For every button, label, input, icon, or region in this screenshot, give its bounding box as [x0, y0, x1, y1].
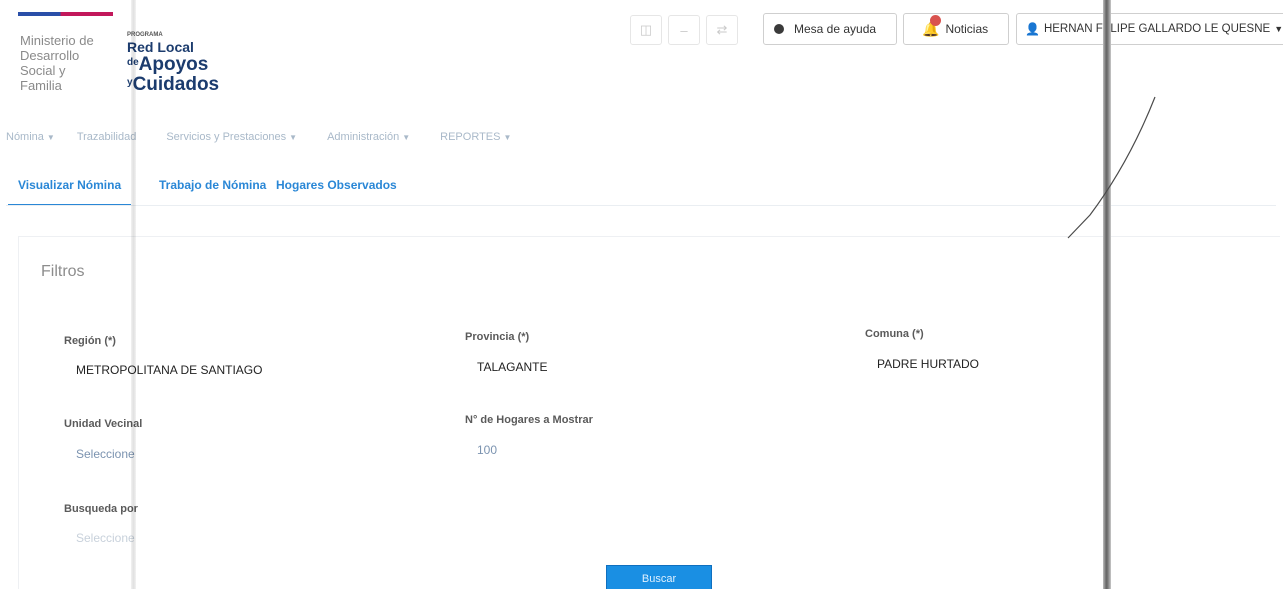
- unidad-vecinal-select[interactable]: Seleccione: [76, 447, 135, 461]
- expand-icon: ⇄: [716, 22, 728, 37]
- busqueda-select[interactable]: Seleccione: [76, 531, 135, 545]
- scan-artifact-bar: [1103, 0, 1111, 589]
- comuna-label: Comuna (*): [865, 328, 924, 340]
- nav-item-label: Nómina: [6, 131, 44, 143]
- filters-panel: Filtros Región (*) METROPOLITANA DE SANT…: [18, 236, 1280, 589]
- ministry-logo-text: Ministerio de Desarrollo Social y Famili…: [20, 33, 120, 93]
- program-logo-line-3: yCuidados: [127, 74, 219, 94]
- tab-hogares-observados[interactable]: Hogares Observados: [276, 178, 397, 206]
- minimize-button[interactable]: –: [668, 15, 700, 45]
- nav-item-administracion[interactable]: Administración ▼: [327, 131, 410, 143]
- expand-button[interactable]: ⇄: [706, 15, 738, 45]
- provincia-label: Provincia (*): [465, 331, 530, 343]
- region-label: Región (*): [64, 335, 116, 347]
- scan-artifact-line: [131, 0, 136, 589]
- caret-down-icon: ▼: [289, 133, 298, 142]
- nav-item-reportes[interactable]: REPORTES ▼: [440, 131, 511, 143]
- caret-down-icon: ▼: [46, 133, 55, 142]
- ministry-line-4: Familia: [20, 78, 62, 93]
- top-color-strip: [18, 12, 113, 16]
- bell-icon: 🔔: [922, 14, 941, 38]
- program-logo-line-2-text: Apoyos: [138, 54, 209, 75]
- help-desk-button[interactable]: Mesa de ayuda: [763, 13, 897, 45]
- num-hogares-input[interactable]: 100: [477, 443, 497, 457]
- user-name: HERNAN FELIPE GALLARDO LE QUESNE: [1043, 23, 1271, 35]
- user-icon: 👤: [1025, 22, 1040, 36]
- nav-item-label: REPORTES: [440, 131, 501, 143]
- filters-title: Filtros: [41, 263, 85, 280]
- comuna-select[interactable]: PADRE HURTADO: [877, 357, 979, 371]
- user-menu-button[interactable]: 👤 HERNAN FELIPE GALLARDO LE QUESNE ▼: [1016, 13, 1283, 45]
- layout-icon: ◫: [639, 22, 653, 37]
- help-circle-icon: [774, 24, 784, 34]
- nav-item-servicios[interactable]: Servicios y Prestaciones ▼: [166, 131, 297, 143]
- caret-down-icon: ▼: [1274, 24, 1283, 34]
- ministry-line-2: Desarrollo: [20, 48, 80, 63]
- caret-down-icon: ▼: [503, 133, 512, 142]
- program-logo-line-2: deApoyos: [127, 54, 219, 74]
- tab-trabajo-nomina[interactable]: Trabajo de Nómina: [159, 178, 266, 206]
- news-label: Noticias: [945, 22, 989, 36]
- nav-item-label: Trazabilidad: [76, 131, 137, 143]
- minus-icon: –: [680, 22, 688, 38]
- news-button[interactable]: 🔔 Noticias: [903, 13, 1009, 45]
- toolbar-icon-buttons: ◫ – ⇄: [630, 15, 738, 45]
- nav-item-nomina[interactable]: Nómina ▼: [6, 131, 55, 143]
- main-nav: Nómina ▼ Trazabilidad Servicios y Prestac…: [6, 131, 511, 143]
- program-logo-line-1: Red Local: [127, 39, 194, 55]
- region-select[interactable]: METROPOLITANA DE SANTIAGO: [76, 363, 262, 377]
- ministry-line-3: Social y: [20, 63, 66, 78]
- ministry-line-1: Ministerio de: [20, 33, 94, 48]
- help-desk-label: Mesa de ayuda: [794, 22, 877, 36]
- layout-toggle-button[interactable]: ◫: [630, 15, 662, 45]
- nav-item-label: Servicios y Prestaciones: [166, 131, 287, 143]
- busqueda-label: Busqueda por: [64, 503, 138, 515]
- num-hogares-label: N° de Hogares a Mostrar: [465, 414, 593, 426]
- search-button[interactable]: Buscar: [606, 565, 712, 589]
- caret-down-icon: ▼: [402, 133, 411, 142]
- tab-visualizar-nomina[interactable]: Visualizar Nómina: [8, 178, 132, 206]
- nav-item-label: Administración: [327, 131, 400, 143]
- scan-artifact-stroke: [1067, 96, 1156, 239]
- program-logo: PROGRAMA Red Local deApoyos yCuidados: [127, 32, 219, 94]
- program-logo-line-3-text: Cuidados: [132, 74, 220, 95]
- provincia-select[interactable]: TALAGANTE: [477, 360, 547, 374]
- notification-badge: [930, 14, 941, 26]
- nav-item-trazabilidad[interactable]: Trazabilidad: [77, 131, 137, 143]
